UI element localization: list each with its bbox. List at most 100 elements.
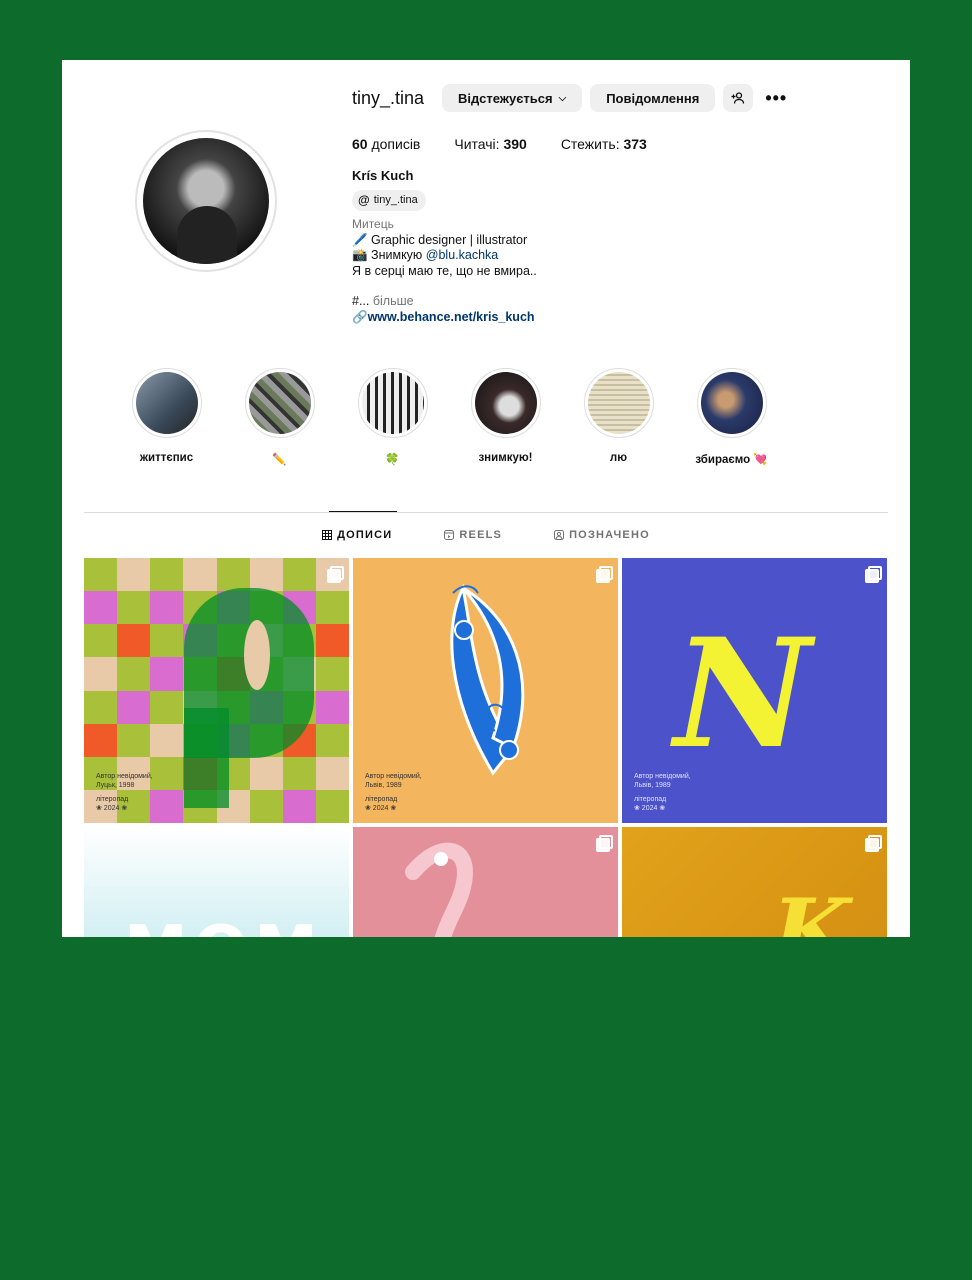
highlight-cover [696, 368, 767, 438]
tab-posts[interactable]: ДОПИСИ [322, 529, 392, 541]
post-letter: N [674, 606, 812, 782]
post-caption: Автор невідомий, Львів, 1989 літеропад ❀… [365, 773, 422, 813]
highlight-item[interactable]: життєпис [110, 368, 223, 466]
post-letter: МОМ [124, 913, 324, 937]
following-button[interactable]: Відстежується ⌵ [442, 84, 583, 112]
active-tab-indicator [329, 511, 397, 512]
post-thumbnail[interactable] [353, 827, 618, 937]
post-caption: Автор невідомий, Львів, 1989 літеропад ❀… [634, 773, 691, 813]
caption-text: ❀ 2024 ❀ [96, 804, 128, 812]
posts-label: дописів [371, 136, 421, 152]
highlight-cover [244, 368, 315, 438]
bio-line: 🖊️ Graphic designer | illustrator [352, 232, 528, 247]
following-count: 373 [623, 136, 647, 152]
tab-label: ДОПИСИ [337, 529, 393, 541]
highlight-label: ✏️ [272, 454, 287, 466]
caption-text: Львів, 1989 [365, 781, 402, 789]
highlight-label: знимкую! [478, 452, 533, 464]
username: tiny_.tina [352, 87, 425, 108]
following-label: Стежить: [560, 136, 620, 152]
avatar-photo [143, 138, 269, 264]
caption-text: Львів, 1989 [634, 781, 671, 789]
carousel-icon [865, 566, 882, 583]
post-thumbnail[interactable]: N Автор невідомий, Львів, 1989 літеропад… [622, 558, 887, 823]
highlight-label: 🍀 [385, 454, 400, 466]
post-image [405, 842, 473, 937]
highlight-cover [583, 368, 654, 438]
caption-text: літеропад [634, 796, 667, 803]
posts-grid: Автор невідомий, Луцьк, 1998 літеропад ❀… [84, 558, 887, 937]
highlight-cover [357, 368, 428, 438]
bio-line: Я в серці маю те, що не вмира.. [352, 263, 537, 278]
caption-text: Автор невідомий, [365, 773, 422, 780]
followers-stat[interactable]: Читачі: 390 [454, 136, 526, 152]
full-name: Krís Kuch [352, 168, 414, 183]
threads-icon: @ [358, 192, 370, 207]
story-highlights: життєпис ✏️ 🍀 знимкую! лю збираємо 💘 [110, 368, 788, 466]
link-icon: 🔗 [352, 309, 368, 324]
post-letter: K [772, 879, 851, 937]
highlight-item[interactable]: лю [562, 368, 675, 466]
tab-tagged[interactable]: ПОЗНАЧЕНО [554, 529, 650, 541]
caption-text: Автор невідомий, [96, 773, 153, 780]
posts-stat: 60 дописів [352, 136, 420, 152]
profile-bio: Krís Kuch @ tiny_.tina Митець 🖊️ Graphic… [352, 168, 752, 325]
tab-label: ПОЗНАЧЕНО [569, 529, 650, 541]
profile-stats: 60 дописів Читачі: 390 Стежить: 373 [352, 136, 681, 152]
highlight-label: життєпис [139, 452, 194, 464]
reels-icon [444, 530, 455, 540]
post-thumbnail[interactable]: K [622, 827, 887, 937]
highlight-label: лю [609, 452, 628, 464]
carousel-icon [596, 835, 613, 852]
bio-line: 📸 Знимкую @blu.kachka [352, 248, 752, 264]
profile-avatar[interactable] [135, 130, 277, 272]
tab-reels[interactable]: REELS [444, 529, 502, 541]
profile-category: Митець [352, 217, 394, 231]
highlight-label: збираємо 💘 [695, 454, 768, 466]
website-link[interactable]: www.behance.net/kris_kuch [368, 310, 535, 324]
followers-label: Читачі: [454, 136, 500, 152]
post-caption: Автор невідомий, Луцьк, 1998 літеропад ❀… [96, 773, 153, 813]
carousel-icon [596, 566, 613, 583]
tabs-divider [84, 512, 888, 513]
tab-label: REELS [459, 529, 503, 541]
grid-icon [322, 530, 333, 540]
profile-card: tiny_.tina Відстежується ⌵ Повідомлення … [62, 60, 910, 937]
highlight-cover [131, 368, 202, 438]
carousel-icon [865, 835, 882, 852]
followers-count: 390 [503, 136, 527, 152]
chevron-down-icon: ⌵ [558, 92, 567, 104]
posts-count: 60 [352, 136, 368, 152]
post-thumbnail[interactable]: Автор невідомий, Луцьк, 1998 літеропад ❀… [84, 558, 349, 823]
carousel-icon [327, 566, 344, 583]
post-thumbnail[interactable]: МОМ [84, 827, 349, 937]
message-button-label: Повідомлення [606, 90, 700, 106]
highlight-item[interactable]: ✏️ [223, 368, 336, 466]
caption-text: ❀ 2024 ❀ [365, 804, 397, 812]
website-row: 🔗www.behance.net/kris_kuch [352, 310, 752, 326]
highlight-item[interactable]: знимкую! [449, 368, 562, 466]
threads-handle: tiny_.tina [373, 193, 418, 206]
profile-header-row: tiny_.tina Відстежується ⌵ Повідомлення … [352, 84, 787, 112]
bio-text: 📸 Знимкую [352, 248, 426, 262]
suggest-people-button[interactable] [723, 84, 754, 112]
caption-text: ❀ 2024 ❀ [634, 804, 666, 812]
profile-tabs: ДОПИСИ REELS ПОЗНАЧЕНО [62, 529, 910, 541]
tagged-icon [554, 530, 565, 540]
highlight-cover [470, 368, 541, 438]
caption-text: літеропад [365, 796, 398, 803]
threads-badge[interactable]: @ tiny_.tina [352, 189, 426, 211]
post-thumbnail[interactable]: Автор невідомий, Львів, 1989 літеропад ❀… [353, 558, 618, 823]
following-button-label: Відстежується [458, 90, 553, 106]
caption-text: Автор невідомий, [634, 773, 691, 780]
following-stat[interactable]: Стежить: 373 [561, 136, 647, 152]
highlight-item[interactable]: збираємо 💘 [675, 368, 788, 466]
message-button[interactable]: Повідомлення [590, 84, 716, 112]
more-options-icon[interactable]: ••• [765, 88, 787, 109]
caption-text: Луцьк, 1998 [96, 781, 135, 789]
highlight-item[interactable]: 🍀 [336, 368, 449, 466]
bio-text: #... [352, 294, 373, 308]
bio-more-link[interactable]: більше [373, 294, 414, 308]
caption-text: літеропад [96, 796, 129, 803]
bio-mention-link[interactable]: @blu.kachka [426, 248, 498, 262]
